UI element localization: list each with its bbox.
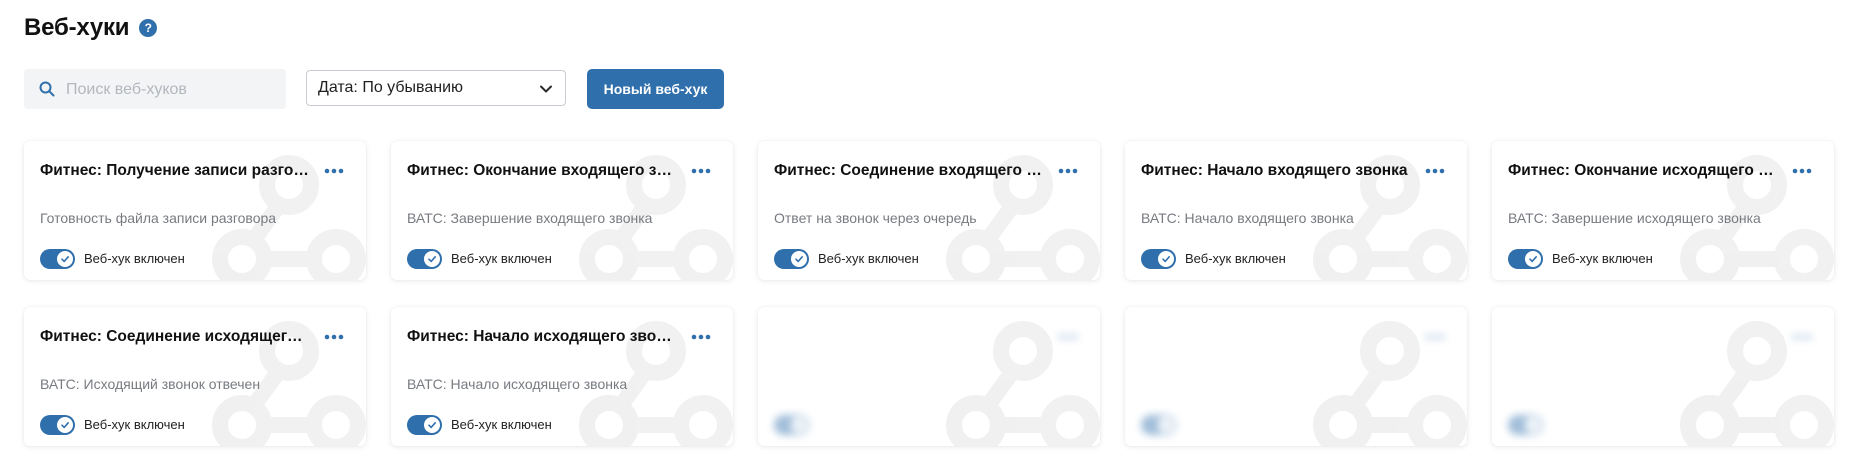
check-icon [428,421,436,429]
webhook-title: Фитнес: Окончание входящего звонка [407,162,677,179]
new-webhook-button[interactable]: Новый веб-хук [587,69,724,109]
webhook-card[interactable]: Фитнес: Окончание входящего звонка ВАТС: … [391,141,733,280]
check-icon [795,421,803,429]
check-icon [1529,255,1537,263]
webhook-watermark-icon [946,321,1100,446]
toggle-knob [791,417,807,433]
check-icon [1529,421,1537,429]
page-header: Веб-хуки ? [24,8,158,48]
toggle-label: Веб-хук включен [818,251,919,266]
webhook-watermark-icon [1313,321,1467,446]
question-icon[interactable]: ? [139,19,158,37]
more-options-icon[interactable] [691,334,711,340]
webhook-description: ВАТС: Начало входящего звонка [1141,210,1354,226]
webhook-card[interactable] [758,307,1100,446]
webhook-card[interactable] [1492,307,1834,446]
webhook-title: Фитнес: Окончание исходящего звонка [1508,162,1778,179]
webhook-enabled-toggle[interactable] [774,415,809,435]
webhook-title: Фитнес: Начало исходящего звонка [407,328,677,345]
webhook-description: ВАТС: Исходящий звонок отвечен [40,376,261,392]
webhook-card[interactable]: Фитнес: Соединение входящего звонка Ответ… [758,141,1100,280]
toggle-knob [424,251,440,267]
toggle-label: Веб-хук включен [84,251,185,266]
webhook-card[interactable] [1125,307,1467,446]
check-icon [795,255,803,263]
webhook-enabled-toggle[interactable] [1141,415,1176,435]
webhook-enabled-toggle[interactable] [407,249,442,269]
search-input[interactable] [64,69,278,111]
check-icon [61,421,69,429]
toggle-knob [57,417,73,433]
more-options-icon[interactable] [324,334,344,340]
toggle-knob [1158,417,1174,433]
more-options-icon[interactable] [1058,334,1078,340]
check-icon [1162,421,1170,429]
toggle-knob [791,251,807,267]
webhook-card[interactable]: Фитнес: Окончание исходящего звонка ВАТС:… [1492,141,1834,280]
more-options-icon[interactable] [1792,168,1812,174]
check-icon [1162,255,1170,263]
search-icon [39,81,55,97]
webhook-enabled-toggle[interactable] [774,249,809,269]
check-icon [428,255,436,263]
webhook-description: Готовность файла записи разговора [40,210,277,226]
webhook-enabled-toggle[interactable] [1508,249,1543,269]
webhook-description: ВАТС: Завершение исходящего звонка [1508,210,1761,226]
search-box[interactable] [24,69,286,111]
toggle-knob [424,417,440,433]
more-options-icon[interactable] [1425,168,1445,174]
toggle-knob [1525,417,1541,433]
webhook-enabled-toggle[interactable] [407,415,442,435]
more-options-icon[interactable] [1058,168,1078,174]
webhook-enabled-toggle[interactable] [1508,415,1543,435]
toggle-label: Веб-хук включен [1552,251,1653,266]
chevron-down-icon [540,85,552,93]
webhook-enabled-toggle[interactable] [40,249,75,269]
webhook-title: Фитнес: Соединение входящего звонка [774,162,1044,179]
toggle-knob [1525,251,1541,267]
webhook-watermark-icon [1680,321,1834,446]
more-options-icon[interactable] [1425,334,1445,340]
webhook-description: ВАТС: Начало исходящего звонка [407,376,628,392]
sort-select[interactable]: Дата: По убыванию [306,70,566,106]
webhook-card[interactable]: Фитнес: Начало исходящего звонка ВАТС: На… [391,307,733,446]
more-options-icon[interactable] [1792,334,1812,340]
check-icon [61,255,69,263]
webhook-enabled-toggle[interactable] [40,415,75,435]
webhook-card[interactable]: Фитнес: Соединение исходящего звонка ВАТС… [24,307,366,446]
toggle-label: Веб-хук включен [84,417,185,432]
toggle-knob [57,251,73,267]
toggle-label: Веб-хук включен [451,251,552,266]
webhook-title: Фитнес: Начало входящего звонка [1141,162,1408,179]
toggle-label: Веб-хук включен [1185,251,1286,266]
page-title: Веб-хуки [24,14,130,41]
more-options-icon[interactable] [324,168,344,174]
webhook-card[interactable]: Фитнес: Начало входящего звонка ВАТС: Нач… [1125,141,1467,280]
webhook-description: ВАТС: Завершение входящего звонка [407,210,653,226]
toggle-knob [1158,251,1174,267]
webhook-card[interactable]: Фитнес: Получение записи разговора Готовн… [24,141,366,280]
webhook-title: Фитнес: Получение записи разговора [40,162,310,179]
webhook-title: Фитнес: Соединение исходящего звонка [40,328,310,345]
webhook-description: Ответ на звонок через очередь [774,210,977,226]
more-options-icon[interactable] [691,168,711,174]
webhook-enabled-toggle[interactable] [1141,249,1176,269]
toggle-label: Веб-хук включен [451,417,552,432]
sort-selected-value: Дата: По убыванию [318,79,463,96]
